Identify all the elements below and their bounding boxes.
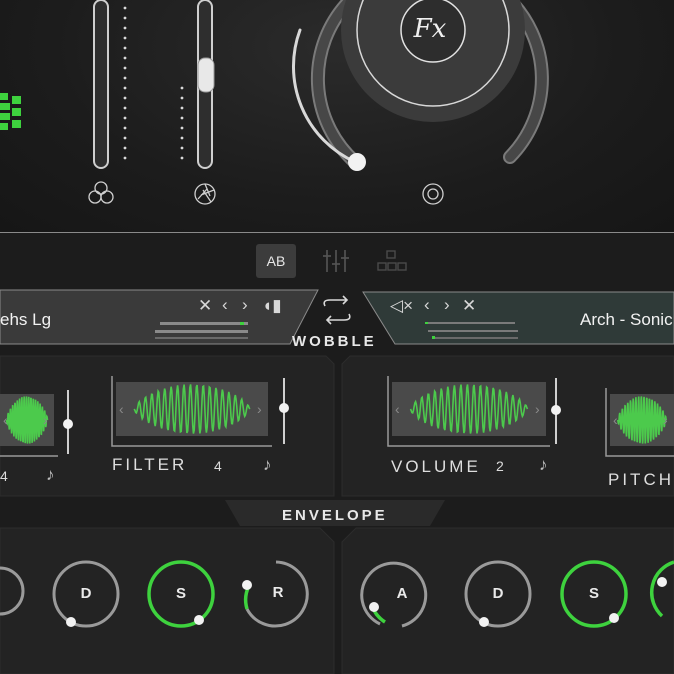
mute-icon[interactable]: ◁× [390,296,413,316]
wobble-3-label: VOLUME [391,457,481,476]
aperture-icon [194,183,216,205]
wobble-next-arrow: › [43,412,48,428]
wobble-prev-arrow: ‹ [395,401,400,417]
wobble-1-num: 4 [0,468,8,484]
speaker-icon[interactable]: ◖▮ [262,296,282,316]
slider-2-dots [180,86,184,160]
knob-s-right-label: S [588,585,599,602]
wobble-next-arrow: › [663,412,668,428]
wobble-prev-arrow: ‹ [3,412,8,428]
wobble-3-note-icon[interactable]: ♪ [539,455,548,475]
ab-tab-label: AB [266,253,286,269]
mixer-icon [323,250,349,272]
wobble-next-arrow: › [535,401,540,417]
slider-2[interactable] [197,0,215,169]
close-icon[interactable]: ✕ [198,296,212,316]
wobble-panels [0,355,674,497]
triad-icon [88,181,114,204]
knob-a-right-label: A [396,585,408,602]
swap-icon[interactable] [323,295,351,325]
knob-s-left-label: S [175,585,186,602]
level-meter [0,93,21,130]
chevron-left-icon[interactable]: ‹ [424,295,430,315]
wobble-next-arrow: › [257,401,262,417]
wobble-prev-arrow: ‹ [613,412,618,428]
wobble-level-handle [551,405,561,415]
chevron-right-icon[interactable]: › [444,295,450,315]
envelope-panels [0,527,674,674]
chevron-right-icon[interactable]: › [242,295,248,315]
slider-1-dots [123,6,127,160]
close-icon[interactable]: ✕ [462,296,476,316]
wobble-2-label: FILTER [112,455,188,474]
wobble-1-note-icon[interactable]: ♪ [46,465,55,485]
chevron-left-icon[interactable]: ‹ [222,295,228,315]
wobble-2-num[interactable]: 4 [214,458,222,474]
knob-r-left-label: R [272,584,284,601]
wobble-prev-arrow: ‹ [119,401,124,417]
wobble-level-handle [63,419,73,429]
envelope-title: ENVELOPE [282,507,388,524]
nodes-icon [377,250,407,271]
wobble-title: WOBBLE [292,333,377,350]
wobble-2-note-icon[interactable]: ♪ [263,455,272,475]
preset-right-name[interactable]: Arch - Sonic [580,310,673,330]
preset-left-name[interactable]: ehs Lg [0,310,51,330]
ab-tab[interactable]: AB [256,244,296,278]
knob-d-right-label: D [492,585,504,602]
fx-label: Fx [413,14,447,44]
mixer-tab[interactable] [316,244,356,278]
wobble-level-handle [279,403,289,413]
wobble-4-label: PITCH [608,470,674,489]
grid-tab[interactable] [372,244,412,278]
knob-d-left-label: D [80,585,92,602]
target-icon [422,183,444,205]
slider-1[interactable] [93,0,109,169]
wobble-3-num[interactable]: 2 [496,458,504,474]
